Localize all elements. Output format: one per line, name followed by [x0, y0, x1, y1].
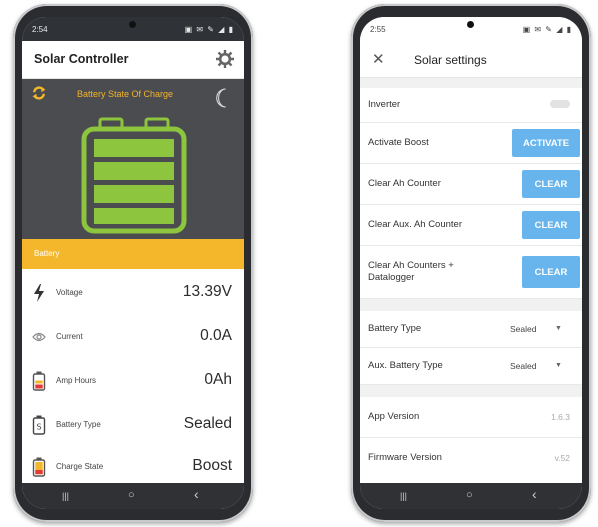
firmware-version-row: Firmware Version v.52: [360, 438, 582, 482]
clear-aux-ah-button[interactable]: CLEAR: [522, 211, 580, 239]
inverter-toggle[interactable]: [550, 100, 570, 108]
app-version-row: App Version 1.6.3: [360, 397, 582, 438]
aux-battery-type-row: Aux. Battery Type Sealed ▼: [360, 348, 582, 385]
home-button[interactable]: ○: [128, 489, 135, 501]
activate-button[interactable]: ACTIVATE: [512, 129, 580, 157]
status-bar: 2:55 ▣ ✉ ✎ ◢ ▮: [360, 17, 582, 41]
voltage-label: Voltage: [56, 288, 83, 297]
right-screen: 2:55 ▣ ✉ ✎ ◢ ▮ ✕ Solar settings Inverter…: [360, 17, 582, 509]
battery-state-label: Battery State Of Charge: [77, 89, 174, 99]
inverter-row: Inverter: [360, 88, 582, 123]
clear-ah-button[interactable]: CLEAR: [522, 170, 580, 198]
status-icons: ▣ ✉ ✎ ◢ ▮: [184, 25, 234, 34]
battery-section-header: Battery: [22, 239, 244, 269]
close-icon[interactable]: ✕: [372, 50, 385, 68]
battery-type-icon: S: [32, 415, 46, 435]
gear-icon[interactable]: [216, 50, 234, 68]
amp-hours-label: Amp Hours: [56, 376, 97, 385]
clear-ah-label: Clear Ah Counter: [368, 178, 441, 189]
section-gap: [360, 385, 582, 397]
charge-state-label: Charge State: [56, 462, 104, 471]
amp-hours-value: 0Ah: [204, 371, 232, 388]
android-nav-bar: ||| ○ ‹: [22, 483, 244, 509]
status-icons: ▣ ✉ ✎ ◢ ▮: [522, 25, 572, 34]
left-phone: 2:54 ▣ ✉ ✎ ◢ ▮ Solar Controller Battery …: [13, 4, 253, 522]
front-camera: [129, 21, 136, 28]
moon-icon[interactable]: [214, 87, 232, 109]
status-bar: 2:54 ▣ ✉ ✎ ◢ ▮: [22, 17, 244, 41]
voltage-row: Voltage 13.39V: [22, 271, 244, 315]
clear-aux-ah-label: Clear Aux. Ah Counter: [368, 219, 462, 230]
clear-all-button[interactable]: CLEAR: [522, 256, 580, 288]
battery-type-row: Battery Type Sealed ▼: [360, 311, 582, 348]
voltage-value: 13.39V: [182, 283, 232, 300]
aux-battery-type-label: Aux. Battery Type: [368, 360, 443, 371]
current-icon: [32, 332, 46, 342]
chevron-down-icon[interactable]: ▼: [555, 362, 562, 369]
activate-boost-label: Activate Boost: [368, 137, 429, 148]
battery-type-label: Battery Type: [368, 323, 422, 334]
android-nav-bar: ||| ○ ‹: [360, 483, 582, 509]
right-phone: 2:55 ▣ ✉ ✎ ◢ ▮ ✕ Solar settings Inverter…: [351, 4, 591, 522]
recents-button[interactable]: |||: [400, 491, 407, 501]
battery-type-row: S Battery Type Sealed: [22, 403, 244, 447]
firmware-version-value: v.52: [554, 453, 570, 463]
refresh-icon[interactable]: [31, 85, 47, 101]
current-label: Current: [56, 332, 83, 341]
charge-state-row: Charge State Boost: [22, 447, 244, 483]
left-screen: 2:54 ▣ ✉ ✎ ◢ ▮ Solar Controller Battery …: [22, 17, 244, 509]
battery-charge-graphic: [81, 117, 187, 234]
lightning-icon: [34, 284, 44, 302]
amp-hours-row: Amp Hours 0Ah: [22, 359, 244, 403]
app-bar: Solar Controller: [22, 41, 244, 79]
charge-state-value: Boost: [192, 457, 232, 474]
clear-aux-ah-row: Clear Aux. Ah Counter CLEAR: [360, 205, 582, 246]
section-gap: [360, 299, 582, 311]
battery-type-label: Battery Type: [56, 420, 101, 429]
status-time: 2:55: [370, 25, 386, 34]
settings-app-bar: ✕ Solar settings: [360, 41, 582, 78]
app-version-value: 1.6.3: [551, 412, 570, 422]
battery-cell: [94, 185, 174, 203]
clear-ah-row: Clear Ah Counter CLEAR: [360, 164, 582, 205]
back-button[interactable]: ‹: [194, 486, 199, 502]
front-camera: [467, 21, 474, 28]
status-time: 2:54: [32, 25, 48, 34]
battery-type-select[interactable]: Sealed: [510, 324, 536, 334]
svg-text:S: S: [36, 423, 41, 432]
home-button[interactable]: ○: [466, 489, 473, 501]
app-title: Solar Controller: [34, 52, 129, 66]
inverter-label: Inverter: [368, 99, 401, 110]
battery-type-value: Sealed: [183, 415, 232, 432]
settings-title: Solar settings: [414, 53, 487, 67]
current-row: Current 0.0A: [22, 315, 244, 359]
battery-cell: [94, 208, 174, 224]
chevron-down-icon[interactable]: ▼: [555, 325, 562, 332]
battery-cell: [94, 139, 174, 157]
aux-battery-type-select[interactable]: Sealed: [510, 361, 536, 371]
app-version-label: App Version: [368, 411, 420, 422]
charge-state-icon: [32, 457, 46, 477]
battery-state-panel: Battery State Of Charge: [22, 79, 244, 239]
section-title: Battery: [34, 249, 60, 258]
recents-button[interactable]: |||: [62, 491, 69, 501]
back-button[interactable]: ‹: [532, 486, 537, 502]
clear-all-row: Clear Ah Counters + Datalogger CLEAR: [360, 246, 582, 299]
section-gap: [360, 78, 582, 88]
clear-all-label-line2: Datalogger: [368, 272, 415, 283]
firmware-version-label: Firmware Version: [368, 452, 442, 463]
current-value: 0.0A: [200, 327, 232, 344]
battery-low-icon: [32, 371, 46, 391]
clear-all-label-line1: Clear Ah Counters +: [368, 260, 454, 271]
battery-cell: [94, 162, 174, 180]
activate-boost-row: Activate Boost ACTIVATE: [360, 123, 582, 164]
